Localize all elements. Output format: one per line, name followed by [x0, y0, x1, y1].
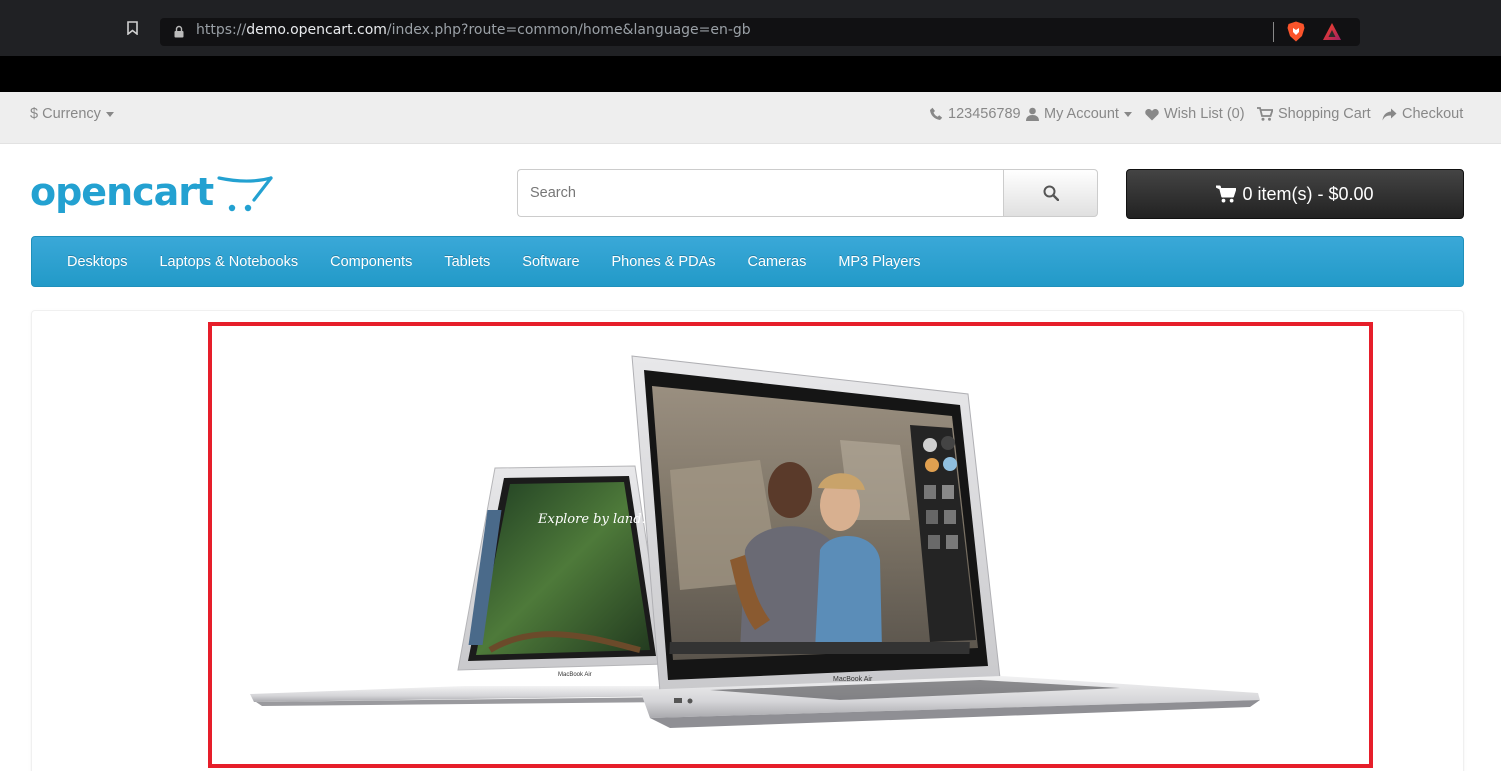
user-icon	[1026, 107, 1039, 121]
shopping-cart-label: Shopping Cart	[1278, 106, 1371, 122]
phone-icon	[930, 107, 943, 120]
menu-item-software[interactable]: Software	[506, 254, 595, 270]
menu-item-cameras[interactable]: Cameras	[732, 254, 823, 270]
caret-down-icon	[105, 111, 114, 117]
shopping-cart-icon	[1257, 107, 1273, 121]
wish-list-label: Wish List (0)	[1164, 106, 1245, 122]
my-account-label: My Account	[1044, 106, 1119, 122]
bookmark-icon[interactable]	[127, 21, 138, 35]
browser-spacer-bar	[0, 56, 1501, 92]
cart-total-label: 0 item(s) - $0.00	[1242, 183, 1374, 204]
heart-icon	[1145, 108, 1159, 120]
address-bar-divider	[1273, 22, 1274, 42]
shopping-cart-icon	[1216, 185, 1237, 203]
logo-text: opencart	[30, 170, 214, 214]
highlight-box	[208, 322, 1373, 768]
url-path: /index.php?route=common/home&language=en…	[386, 22, 751, 38]
url-host: demo.opencart.com	[246, 22, 387, 38]
category-menu: Desktops Laptops & Notebooks Components …	[31, 236, 1464, 287]
opencart-logo[interactable]: opencart	[30, 166, 274, 218]
url-scheme: https://	[196, 22, 247, 38]
logo-cart-icon	[217, 176, 273, 212]
menu-item-phones-pdas[interactable]: Phones & PDAs	[596, 254, 732, 270]
search-input[interactable]	[517, 169, 1004, 217]
checkout-label: Checkout	[1402, 106, 1464, 122]
currency-label: $ Currency	[30, 106, 101, 122]
my-account-dropdown[interactable]: My Account	[1026, 106, 1132, 122]
url-text[interactable]: https://demo.opencart.com/index.php?rout…	[196, 22, 751, 38]
currency-dropdown[interactable]: $ Currency	[30, 106, 114, 122]
cart-button[interactable]: 0 item(s) - $0.00	[1126, 169, 1464, 219]
brave-rewards-icon[interactable]	[1322, 22, 1342, 41]
menu-item-components[interactable]: Components	[314, 254, 428, 270]
phone-number: 123456789	[948, 106, 1021, 122]
checkout-link[interactable]: Checkout	[1382, 106, 1463, 122]
menu-item-desktops[interactable]: Desktops	[51, 254, 143, 270]
menu-item-mp3-players[interactable]: MP3 Players	[822, 254, 936, 270]
brave-shield-icon[interactable]	[1287, 21, 1305, 42]
menu-item-laptops-notebooks[interactable]: Laptops & Notebooks	[143, 254, 314, 270]
caret-down-icon	[1123, 111, 1132, 117]
lock-icon[interactable]	[174, 25, 184, 38]
phone-link[interactable]: 123456789	[929, 106, 1021, 122]
menu-item-tablets[interactable]: Tablets	[428, 254, 506, 270]
wish-list-link[interactable]: Wish List (0)	[1145, 106, 1245, 122]
search-button[interactable]	[1003, 169, 1098, 217]
share-arrow-icon	[1382, 108, 1397, 120]
shopping-cart-link[interactable]: Shopping Cart	[1257, 106, 1371, 122]
search-icon	[1043, 185, 1059, 201]
